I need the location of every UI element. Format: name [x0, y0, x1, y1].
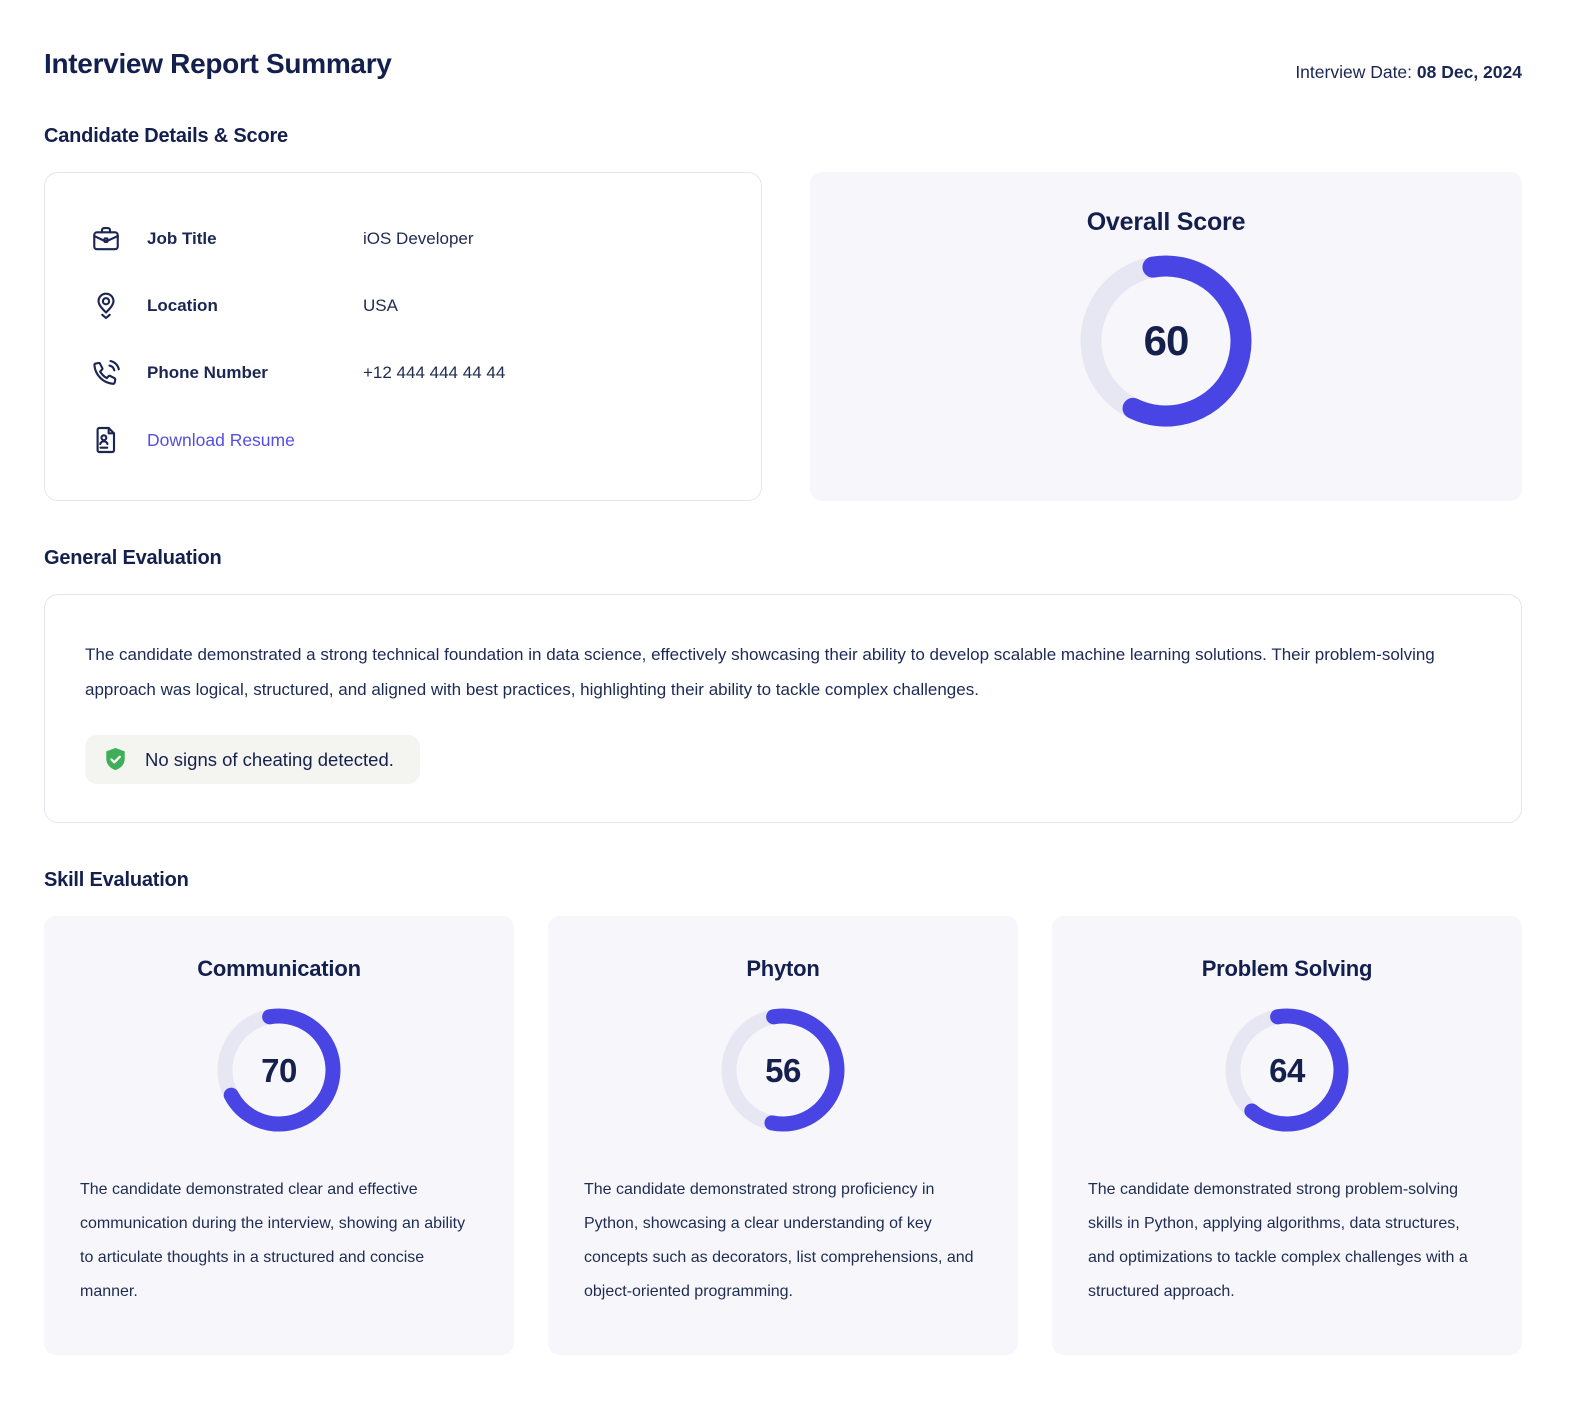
skill-evaluation-heading: Skill Evaluation: [44, 869, 1522, 892]
location-value: USA: [363, 296, 398, 316]
skill-description: The candidate demonstrated strong profic…: [584, 1173, 982, 1309]
skill-gauge-communication: 70: [217, 1008, 341, 1132]
job-title-value: iOS Developer: [363, 229, 474, 249]
page-header: Interview Report Summary Interview Date:…: [44, 48, 1522, 83]
skill-score-value: 64: [1225, 1008, 1349, 1132]
phone-label: Phone Number: [147, 363, 363, 383]
location-label: Location: [147, 296, 363, 316]
general-evaluation-heading: General Evaluation: [44, 547, 1522, 570]
general-evaluation-text: The candidate demonstrated a strong tech…: [85, 637, 1481, 707]
overall-score-gauge: 60: [1080, 255, 1252, 427]
overall-score-title: Overall Score: [830, 208, 1502, 237]
page-title: Interview Report Summary: [44, 48, 392, 80]
skill-card-problem-solving: Problem Solving 64 The candidate demonst…: [1052, 916, 1522, 1355]
interview-date-value: 08 Dec, 2024: [1417, 62, 1522, 82]
job-title-row: Job Title iOS Developer: [87, 219, 721, 259]
cheating-status-text: No signs of cheating detected.: [145, 749, 394, 771]
resume-icon: [87, 421, 125, 459]
candidate-details-heading: Candidate Details & Score: [44, 125, 1522, 148]
interview-date-label: Interview Date:: [1295, 62, 1412, 82]
skill-score-value: 70: [217, 1008, 341, 1132]
general-evaluation-card: The candidate demonstrated a strong tech…: [44, 594, 1522, 823]
phone-row: Phone Number +12 444 444 44 44: [87, 353, 721, 393]
skill-card-phyton: Phyton 56 The candidate demonstrated str…: [548, 916, 1018, 1355]
overall-score-card: Overall Score 60: [810, 172, 1522, 501]
overall-score-value: 60: [1080, 255, 1252, 427]
skill-score-value: 56: [721, 1008, 845, 1132]
resume-row: Download Resume: [87, 420, 721, 460]
skill-description: The candidate demonstrated clear and eff…: [80, 1173, 478, 1309]
map-pin-icon: [87, 287, 125, 325]
skill-title: Problem Solving: [1088, 956, 1486, 982]
skill-card-communication: Communication 70 The candidate demonstra…: [44, 916, 514, 1355]
skill-grid: Communication 70 The candidate demonstra…: [44, 916, 1522, 1355]
interview-date: Interview Date: 08 Dec, 2024: [1295, 48, 1522, 83]
skill-description: The candidate demonstrated strong proble…: [1088, 1173, 1486, 1309]
job-title-label: Job Title: [147, 229, 363, 249]
skill-gauge-phyton: 56: [721, 1008, 845, 1132]
briefcase-icon: [87, 220, 125, 258]
phone-icon: [87, 354, 125, 392]
location-row: Location USA: [87, 286, 721, 326]
download-resume-link[interactable]: Download Resume: [147, 430, 295, 451]
skill-gauge-problem-solving: 64: [1225, 1008, 1349, 1132]
skill-title: Communication: [80, 956, 478, 982]
skill-title: Phyton: [584, 956, 982, 982]
candidate-details-card: Job Title iOS Developer Location USA: [44, 172, 762, 501]
interview-report-page: Interview Report Summary Interview Date:…: [0, 0, 1592, 1415]
candidate-score-row: Job Title iOS Developer Location USA: [44, 172, 1522, 501]
shield-check-icon: [102, 746, 129, 773]
cheating-status-badge: No signs of cheating detected.: [85, 735, 420, 784]
phone-value: +12 444 444 44 44: [363, 363, 505, 383]
